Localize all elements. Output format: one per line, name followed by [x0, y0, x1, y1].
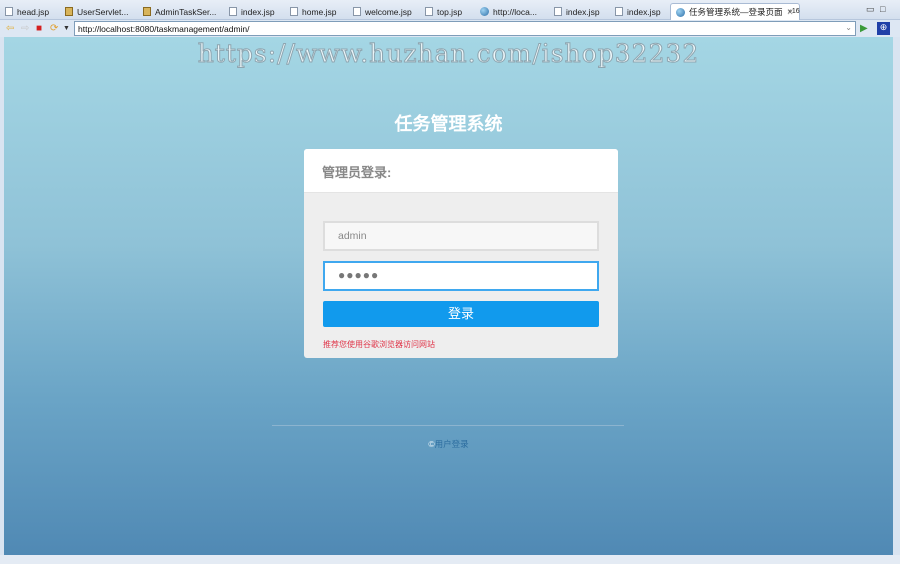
tab-label: home.jsp: [302, 6, 337, 17]
editor-tab-bar: head.jsp UserServlet... AdminTaskSer... …: [0, 0, 900, 20]
globe-icon: [676, 7, 685, 17]
page-viewport: https://www.huzhan.com/ishop32232 任务管理系统…: [4, 37, 893, 555]
tab-userservlet[interactable]: UserServlet...: [65, 3, 129, 20]
chevron-down-icon[interactable]: ▼: [63, 23, 70, 34]
stop-icon[interactable]: ■: [36, 23, 42, 34]
tab-label: head.jsp: [17, 6, 50, 17]
tab-label: UserServlet...: [77, 6, 129, 17]
watermark: https://www.huzhan.com/ishop32232: [197, 39, 700, 69]
chevron-down-icon[interactable]: ⌄: [845, 23, 852, 32]
tab-index-jsp[interactable]: index.jsp: [229, 3, 275, 20]
go-icon[interactable]: ▶: [860, 23, 868, 34]
java-file-icon: [143, 7, 151, 16]
globe-icon: [480, 7, 489, 16]
file-icon: [290, 7, 298, 16]
status-bar: [0, 555, 900, 564]
card-title: 管理员登录:: [304, 149, 618, 193]
file-icon: [615, 7, 623, 16]
tab-label: AdminTaskSer...: [155, 6, 217, 17]
file-icon: [5, 7, 13, 16]
browser-hint: 推荐您使用谷歌浏览器访问网站: [323, 340, 435, 349]
minimize-icon[interactable]: ▭: [866, 4, 875, 15]
file-icon: [425, 7, 433, 16]
tab-label: index.jsp: [241, 6, 275, 17]
tab-label: 任务管理系统—登录页面: [689, 7, 783, 17]
forward-icon[interactable]: ⇨: [21, 23, 29, 34]
password-input[interactable]: ●●●●●: [323, 261, 599, 291]
address-bar[interactable]: http://localhost:8080/taskmanagement/adm…: [74, 21, 856, 36]
back-icon[interactable]: ⇦: [6, 23, 14, 34]
divider: [272, 425, 624, 426]
login-card: 管理员登录: admin ●●●●● 登录 推荐您使用谷歌浏览器访问网站: [304, 149, 618, 358]
user-login-link[interactable]: 用户登录: [435, 439, 469, 449]
tab-label: top.jsp: [437, 6, 463, 17]
tab-index-jsp-3[interactable]: index.jsp: [615, 3, 661, 20]
address-text: http://localhost:8080/taskmanagement/adm…: [78, 24, 250, 34]
login-button[interactable]: 登录: [323, 301, 599, 327]
tab-label: index.jsp: [627, 6, 661, 17]
tab-admintaskservlet[interactable]: AdminTaskSer...: [143, 3, 216, 20]
tab-label: index.jsp: [566, 6, 600, 17]
username-input[interactable]: admin: [323, 221, 599, 251]
tab-label: welcome.jsp: [365, 6, 412, 17]
page-title: 任务管理系统: [394, 114, 503, 134]
tab-home-jsp[interactable]: home.jsp: [290, 3, 337, 20]
tab-login-page[interactable]: 任务管理系统—登录页面 ✕: [670, 3, 800, 20]
tab-head-jsp[interactable]: head.jsp: [5, 3, 49, 20]
footer: ©用户登录: [4, 438, 893, 450]
tab-top-jsp[interactable]: top.jsp: [425, 3, 462, 20]
java-file-icon: [65, 7, 73, 16]
file-icon: [229, 7, 237, 16]
tab-localhost[interactable]: http://loca...: [480, 3, 537, 20]
refresh-icon[interactable]: ⟳: [50, 23, 58, 34]
browser-menu-icon[interactable]: ⊕: [877, 22, 890, 35]
file-icon: [353, 7, 361, 16]
tab-overflow-button[interactable]: »16: [788, 3, 800, 20]
tab-welcome-jsp[interactable]: welcome.jsp: [353, 3, 412, 20]
tab-index-jsp-2[interactable]: index.jsp: [554, 3, 600, 20]
maximize-icon[interactable]: □: [880, 4, 885, 14]
overflow-count: »16: [788, 8, 800, 15]
tab-label: http://loca...: [493, 6, 537, 17]
file-icon: [554, 7, 562, 16]
